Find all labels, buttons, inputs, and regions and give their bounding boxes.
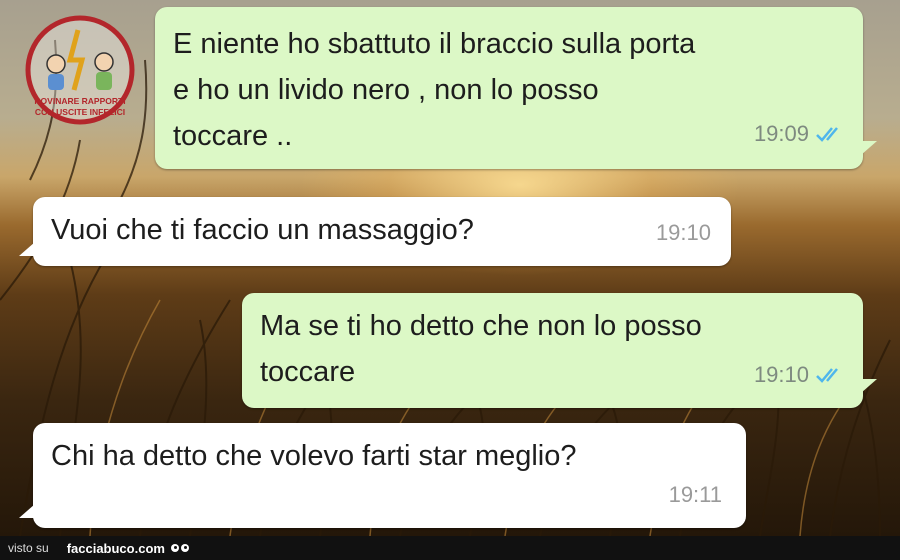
bubble-tail bbox=[861, 379, 877, 393]
svg-text:ROVINARE RAPPORTI: ROVINARE RAPPORTI bbox=[34, 96, 125, 106]
message-time: 19:11 bbox=[668, 482, 722, 507]
message-meta: 19:10 bbox=[754, 352, 845, 398]
message-bubble-outgoing[interactable]: Ma se ti ho detto che non lo posso tocca… bbox=[242, 293, 877, 408]
message-time: 19:10 bbox=[655, 220, 711, 245]
read-receipt-icon bbox=[816, 368, 838, 383]
bubble-tail bbox=[19, 242, 35, 256]
message-bubble-incoming[interactable]: Chi ha detto che volevo farti star megli… bbox=[19, 423, 746, 528]
message-text: Chi ha detto che volevo farti star megli… bbox=[51, 440, 577, 472]
footer-bar: visto su facciabuco.com bbox=[0, 536, 900, 560]
footer-site-link[interactable]: facciabuco.com bbox=[67, 541, 165, 556]
message-text: E niente ho sbattuto il braccio sulla po… bbox=[173, 28, 696, 152]
bubble-tail bbox=[861, 141, 877, 155]
watermark-logo: ROVINARE RAPPORTI CON USCITE INFELICI bbox=[25, 15, 135, 125]
message-meta: 19:11 bbox=[669, 472, 722, 518]
bubble-tail bbox=[19, 504, 35, 518]
svg-text:CON USCITE INFELICI: CON USCITE INFELICI bbox=[35, 107, 125, 117]
read-receipt-icon bbox=[816, 127, 838, 142]
chat-background: ROVINARE RAPPORTI CON USCITE INFELICI E … bbox=[0, 0, 900, 536]
message-meta: 19:09 bbox=[754, 111, 845, 157]
footer-prefix: visto su bbox=[8, 541, 49, 555]
message-time: 19:09 bbox=[753, 121, 809, 146]
message-bubble-incoming[interactable]: Vuoi che ti faccio un massaggio? 19:10 bbox=[19, 197, 731, 266]
message-bubble-outgoing[interactable]: E niente ho sbattuto il braccio sulla po… bbox=[155, 7, 877, 169]
message-time: 19:10 bbox=[753, 362, 809, 387]
message-meta: 19:10 bbox=[656, 210, 711, 256]
eyes-icon bbox=[170, 544, 189, 552]
message-text: Vuoi che ti faccio un massaggio? bbox=[51, 214, 474, 246]
